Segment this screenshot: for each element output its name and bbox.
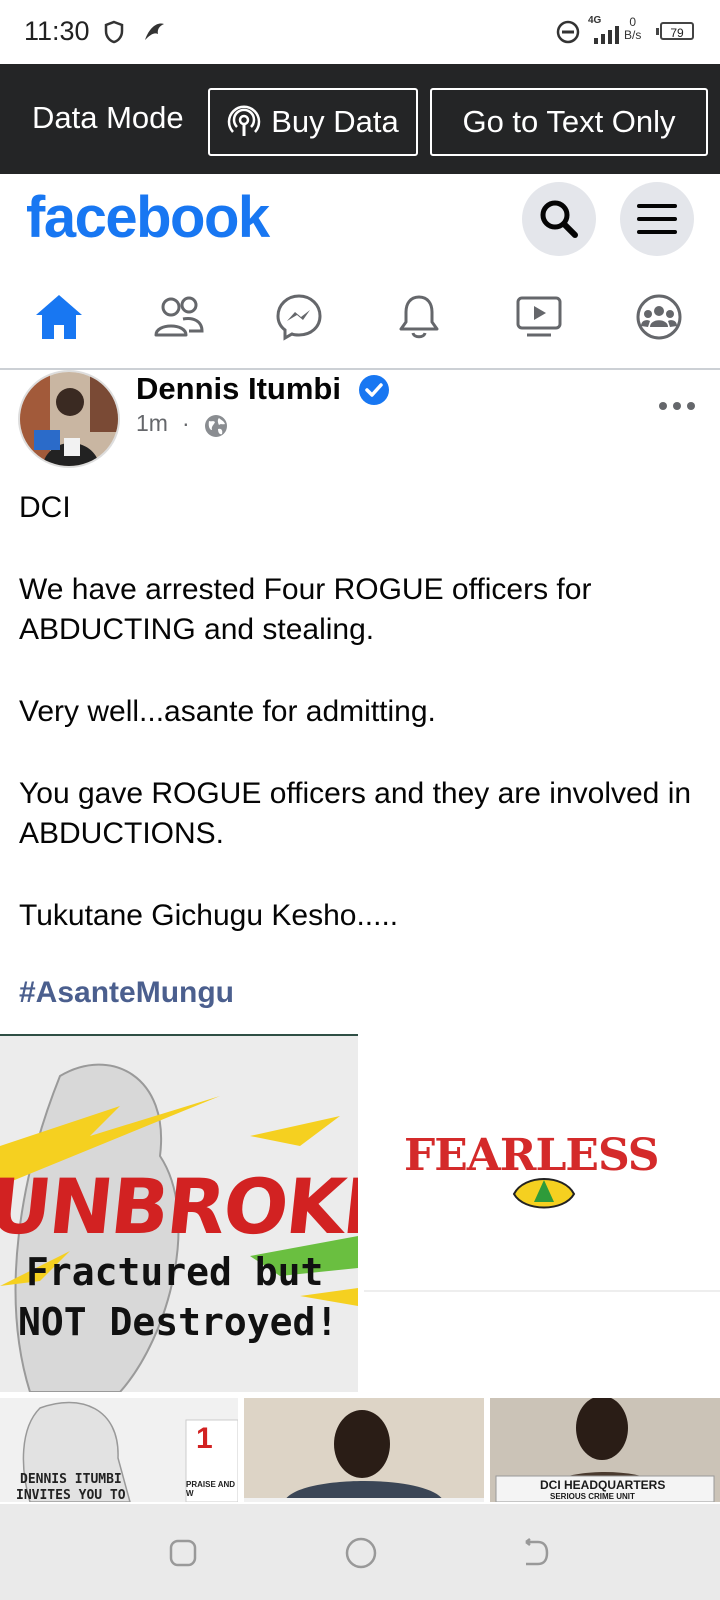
search-icon (540, 200, 578, 238)
post-timestamp[interactable]: 1m (136, 410, 168, 437)
hashtag-link[interactable]: #AsanteMungu (19, 976, 234, 1010)
tab-notifications[interactable] (379, 286, 459, 348)
tab-groups[interactable] (619, 286, 699, 348)
search-button[interactable] (522, 182, 596, 256)
facebook-logo[interactable]: facebook (26, 184, 270, 251)
friends-icon (154, 296, 204, 337)
menu-button[interactable] (620, 182, 694, 256)
post-paragraph: DCI (19, 491, 71, 524)
dci-line1: DCI HEADQUARTERS (540, 1478, 666, 1492)
post-photo-invite[interactable]: 1 PRAISE AND W DENNIS ITUMBI INVITES YOU… (0, 1398, 238, 1502)
post-photo-fearless[interactable]: FEARLESS (364, 1036, 720, 1292)
speed-unit: B/s (624, 28, 642, 42)
network-speed: 0 B/s (624, 16, 641, 42)
signal-icon (594, 26, 619, 44)
post-paragraph: We have arrested Four ROGUE officers for… (19, 573, 592, 646)
timestamp-separator: · (182, 410, 190, 436)
buy-data-label: Buy Data (271, 104, 399, 139)
invite-line1: DENNIS ITUMBI (20, 1472, 122, 1487)
suspect-photo-1 (244, 1398, 484, 1502)
broadcast-icon (228, 105, 261, 136)
messenger-icon (276, 294, 322, 341)
post-photo-suspect-2[interactable]: DCI HEADQUARTERS SERIOUS CRIME UNIT (490, 1398, 720, 1502)
unbroke-title: UNBROKE (0, 1162, 358, 1251)
go-to-text-only-button[interactable]: Go to Text Only (430, 88, 708, 156)
post-paragraph: Tukutane Gichugu Kesho..... (19, 899, 399, 932)
badge-number: 1 (196, 1422, 213, 1455)
tab-messenger[interactable] (259, 286, 339, 348)
hamburger-menu-icon (637, 204, 677, 234)
tab-home[interactable] (19, 286, 99, 348)
status-time: 11:30 (24, 16, 90, 46)
fearless-emblem (512, 1178, 576, 1209)
tab-friends[interactable] (139, 286, 219, 348)
app-notification-icon (145, 23, 164, 40)
back-button-icon[interactable] (520, 1538, 550, 1568)
post-photo-suspect-1[interactable] (244, 1398, 484, 1502)
globe-icon (205, 415, 227, 437)
avatar-photo (20, 372, 118, 466)
dci-line2: SERIOUS CRIME UNIT (550, 1492, 635, 1501)
watch-video-icon (516, 296, 562, 337)
nav-divider (0, 368, 720, 370)
home-icon (36, 295, 82, 339)
invite-line2: INVITES YOU TO (16, 1488, 126, 1502)
tab-watch[interactable] (499, 286, 579, 348)
praise-text: PRAISE AND W (186, 1480, 236, 1498)
author-name[interactable]: Dennis Itumbi (136, 371, 341, 407)
unbroke-line2: NOT Destroyed! (18, 1300, 339, 1344)
shield-icon (104, 20, 124, 44)
unbroke-line1: Fractured but (26, 1250, 324, 1294)
data-mode-label: Data Mode (32, 100, 184, 135)
bell-icon (399, 295, 439, 339)
do-not-disturb-icon (556, 20, 580, 44)
post-photo-unbroke[interactable]: UNBROKE Fractured but NOT Destroyed! (0, 1036, 358, 1392)
post-paragraph: Very well...asante for admitting. (19, 695, 436, 728)
more-options-icon[interactable] (658, 400, 696, 412)
photo-divider (364, 1290, 720, 1292)
post-paragraph: You gave ROGUE officers and they are inv… (19, 777, 692, 850)
verified-badge-icon (359, 375, 389, 405)
author-avatar[interactable] (18, 370, 120, 468)
groups-icon (636, 294, 682, 340)
home-button-icon[interactable] (344, 1536, 378, 1570)
buy-data-button[interactable]: Buy Data (208, 88, 418, 156)
battery-indicator: 79 (656, 22, 694, 40)
recent-apps-icon[interactable] (168, 1538, 198, 1568)
network-type: 4G (588, 15, 602, 26)
